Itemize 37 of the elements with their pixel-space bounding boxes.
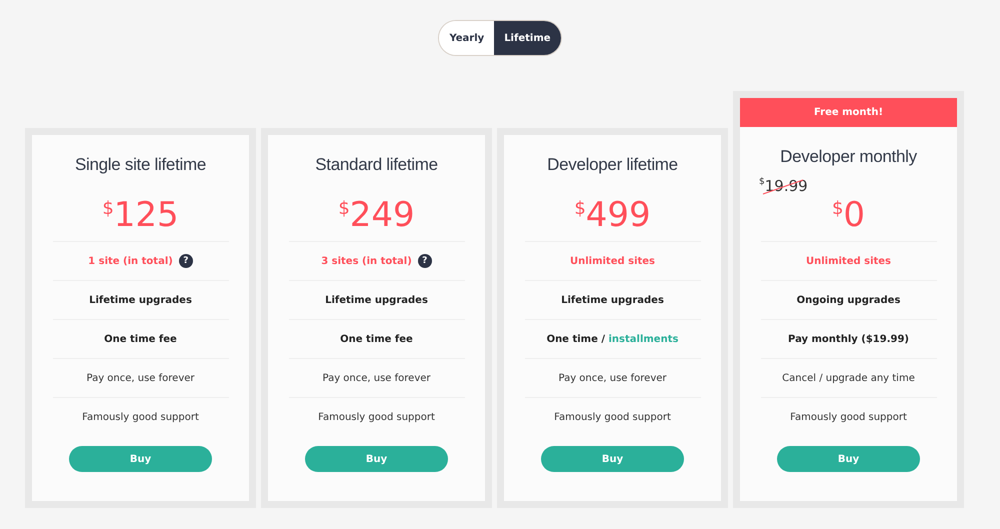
feature-text: Famously good support	[82, 412, 199, 422]
plan-price: $0	[832, 195, 866, 235]
feature-text: Unlimited sites	[570, 256, 656, 266]
feature-text: Famously good support	[790, 412, 907, 422]
plan-title: Standard lifetime	[315, 155, 438, 175]
feature-text: Pay once, use forever	[558, 372, 666, 384]
buy-button[interactable]: Buy	[541, 446, 684, 472]
feature-text: Famously good support	[318, 412, 435, 422]
feature-text: Pay monthly ($19.99)	[788, 334, 909, 344]
plan-price: $125	[102, 195, 179, 235]
feature-text: Lifetime upgrades	[325, 294, 428, 306]
promo-banner: Free month!	[740, 98, 957, 127]
feature-text: One time fee	[340, 334, 413, 344]
plan-title: Developer monthly	[780, 147, 917, 167]
feature-text: Unlimited sites	[806, 256, 892, 266]
help-button[interactable]: ?	[418, 254, 432, 268]
buy-button[interactable]: Buy	[69, 446, 212, 472]
feature-text: Famously good support	[554, 412, 671, 422]
plan-price: $499	[574, 195, 651, 235]
plan-title: Single site lifetime	[74, 155, 206, 175]
feature-text: One time / installments	[546, 334, 678, 344]
feature-text: Pay once, use forever	[86, 372, 194, 384]
feature-text: 3 sites (in total)	[321, 256, 412, 266]
feature-text: One time fee	[104, 334, 177, 344]
buy-button[interactable]: Buy	[777, 446, 920, 472]
installments-link[interactable]: installments	[608, 334, 678, 344]
plan-title: Developer lifetime	[547, 155, 678, 175]
feature-text: Lifetime upgrades	[89, 294, 192, 306]
plan-price: $249	[338, 195, 415, 235]
feature-text: Ongoing upgrades	[796, 294, 900, 306]
feature-text: Lifetime upgrades	[561, 294, 664, 306]
billing-tab[interactable]: Lifetime	[494, 21, 561, 55]
feature-text: Pay once, use forever	[322, 372, 430, 384]
feature-text: 1 site (in total)	[88, 256, 173, 266]
feature-text: Cancel / upgrade any time	[782, 372, 915, 384]
help-button[interactable]: ?	[178, 254, 193, 268]
buy-button[interactable]: Buy	[305, 446, 448, 472]
